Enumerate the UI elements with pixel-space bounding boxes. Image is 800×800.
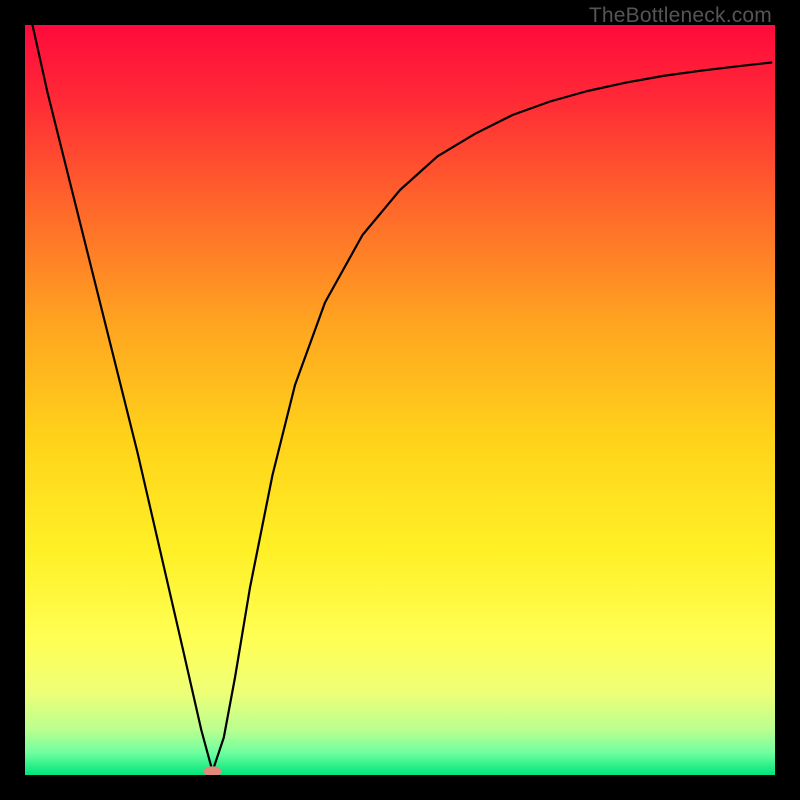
chart-plot-area bbox=[25, 25, 775, 775]
chart-background bbox=[25, 25, 775, 775]
chart-svg bbox=[25, 25, 775, 775]
